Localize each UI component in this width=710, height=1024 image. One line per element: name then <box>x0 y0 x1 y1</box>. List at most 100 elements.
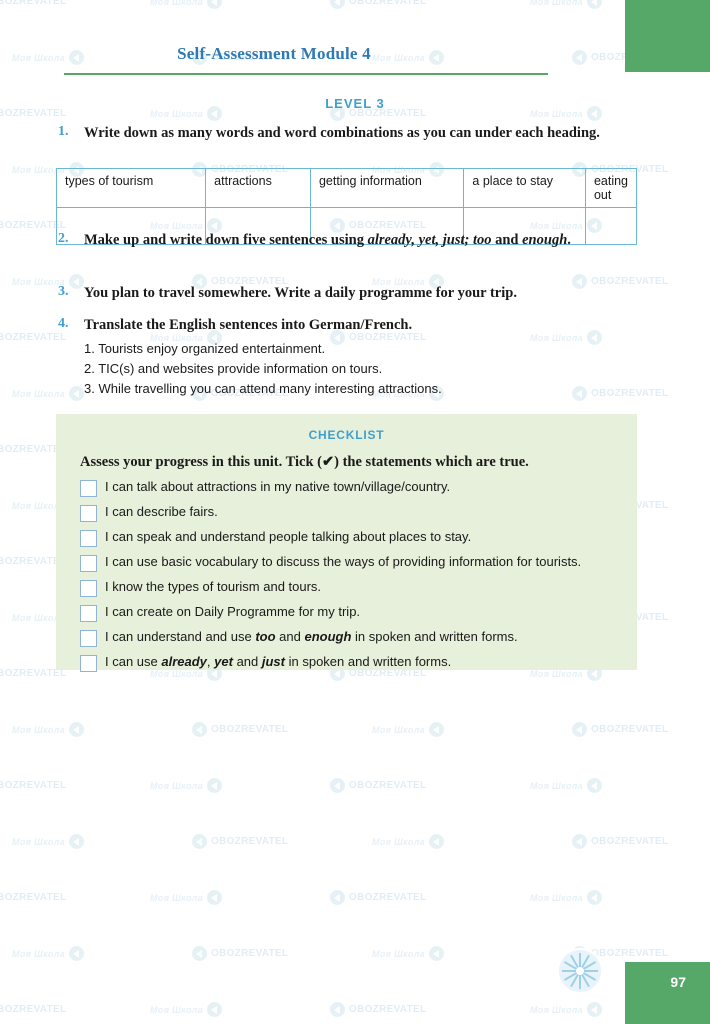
header-corner-block <box>625 0 710 72</box>
table-cell-a-place-to-stay: a place to stay <box>463 168 586 208</box>
watermark-play-icon <box>68 946 84 961</box>
checklist-item-8-label: I can use already, yet and just in spoke… <box>105 654 452 669</box>
checkbox-icon[interactable] <box>80 655 97 672</box>
task-4: 4. Translate the English sentences into … <box>56 316 656 336</box>
checkbox-icon[interactable] <box>80 580 97 597</box>
sentence-item-2: 2. TIC(s) and websites provide informati… <box>84 360 383 376</box>
level-label: LEVEL 3 <box>325 96 385 111</box>
watermark-brand-text: OBOZREVATEL <box>349 1004 427 1015</box>
watermark-school-text: Моя Школа <box>530 892 583 903</box>
watermark-school: Моя Школа <box>530 0 602 9</box>
watermark-play-icon <box>206 778 222 793</box>
watermark-brand-text: OBOZREVATEL <box>0 780 67 791</box>
watermark-brand: OBOZREVATEL <box>0 890 66 905</box>
table-header-row: types of tourism attractions getting inf… <box>55 168 638 208</box>
watermark-brand: OBOZREVATEL <box>572 722 668 737</box>
watermark-brand: OBOZREVATEL <box>0 1002 66 1017</box>
checkbox-icon[interactable] <box>80 630 97 647</box>
checkbox-icon[interactable] <box>80 480 97 497</box>
page-number: 97 <box>670 974 686 990</box>
checklist-item-8[interactable]: I can use already, yet and just in spoke… <box>80 653 620 678</box>
checklist-item-4[interactable]: I can use basic vocabulary to discuss th… <box>80 553 620 578</box>
page-title-wrap: Self-Assessment Module 4 <box>0 44 548 64</box>
checklist-items: I can talk about attractions in my nativ… <box>80 478 620 678</box>
watermark-brand-text: OBOZREVATEL <box>591 388 669 399</box>
watermark-brand: OBOZREVATEL <box>192 722 288 737</box>
watermark-brand: OBOZREVATEL <box>0 0 66 9</box>
watermark-brand-text: OBOZREVATEL <box>349 780 427 791</box>
watermark-school-text: Моя Школа <box>530 0 583 7</box>
watermark-brand-text: OBOZREVATEL <box>211 836 289 847</box>
checklist-item-2[interactable]: I can describe fairs. <box>80 503 620 528</box>
watermark-school-text: Моя Школа <box>150 0 203 7</box>
title-underline <box>64 73 548 75</box>
watermark-school: Моя Школа <box>12 722 84 737</box>
watermark-brand-text: OBOZREVATEL <box>211 724 289 735</box>
watermark-brand-text: OBOZREVATEL <box>0 0 67 7</box>
table-cell-attractions: attractions <box>205 168 311 208</box>
table-cell-eating-out: eating out <box>584 168 638 208</box>
watermark-school-text: Моя Школа <box>12 388 65 399</box>
watermark-school: Моя Школа <box>372 834 444 849</box>
watermark-school: Моя Школа <box>530 1002 602 1017</box>
watermark-brand-text: OBOZREVATEL <box>591 724 669 735</box>
watermark-play-icon <box>428 946 444 961</box>
watermark-play-icon <box>192 722 207 737</box>
watermark-play-icon <box>206 0 222 9</box>
watermark-school-text: Моя Школа <box>372 948 425 959</box>
checklist-item-7-label: I can understand and use too and enough … <box>105 629 518 644</box>
checklist-item-5-label: I know the types of tourism and tours. <box>105 579 322 594</box>
table-cell-types-of-tourism: types of tourism <box>55 168 207 208</box>
watermark-school-text: Моя Школа <box>12 836 65 847</box>
watermark-play-icon <box>586 890 602 905</box>
watermark-brand: OBOZREVATEL <box>330 1002 426 1017</box>
checklist-item-3-label: I can speak and understand people talkin… <box>105 529 472 544</box>
checklist-item-4-label: I can use basic vocabulary to discuss th… <box>105 554 582 569</box>
task-1-text: Write down as many words and word combin… <box>84 125 600 141</box>
watermark-play-icon <box>68 722 84 737</box>
watermark-school-text: Моя Школа <box>12 948 65 959</box>
watermark-brand: OBOZREVATEL <box>572 386 668 401</box>
checklist-item-1-label: I can talk about attractions in my nativ… <box>105 479 451 494</box>
watermark-play-icon <box>206 1002 222 1017</box>
task-1-number: 1. <box>58 124 69 139</box>
checklist-panel: CHECKLIST Assess your progress in this u… <box>56 414 637 672</box>
watermark-school: Моя Школа <box>530 890 602 905</box>
watermark-school: Моя Школа <box>150 1002 222 1017</box>
watermark-brand-text: OBOZREVATEL <box>591 948 669 959</box>
watermark-play-icon <box>192 946 207 961</box>
watermark-play-icon <box>586 0 602 9</box>
checkbox-icon[interactable] <box>80 505 97 522</box>
checklist-item-7[interactable]: I can understand and use too and enough … <box>80 628 620 653</box>
translation-sentence-list: 1. Tourists enjoy organized entertainmen… <box>84 339 442 399</box>
task-2-text: Make up and write down five sentences us… <box>84 232 571 248</box>
watermark-brand: OBOZREVATEL <box>0 778 66 793</box>
watermark-play-icon <box>330 890 345 905</box>
watermark-school-text: Моя Школа <box>150 1004 203 1015</box>
watermark-brand: OBOZREVATEL <box>192 946 288 961</box>
watermark-play-icon <box>192 834 207 849</box>
watermark-brand-text: OBOZREVATEL <box>591 836 669 847</box>
checklist-item-1[interactable]: I can talk about attractions in my nativ… <box>80 478 620 503</box>
task-1: 1. Write down as many words and word com… <box>56 124 646 144</box>
watermark-school: Моя Школа <box>372 722 444 737</box>
watermark-brand-text: OBOZREVATEL <box>349 892 427 903</box>
checkbox-icon[interactable] <box>80 605 97 622</box>
checklist-lead: Assess your progress in this unit. Tick … <box>80 454 529 470</box>
watermark-play-icon <box>586 1002 602 1017</box>
watermark-play-icon <box>428 722 444 737</box>
checklist-item-6[interactable]: I can create on Daily Programme for my t… <box>80 603 620 628</box>
watermark-play-icon <box>330 0 345 9</box>
watermark-brand: OBOZREVATEL <box>192 834 288 849</box>
checklist-item-3[interactable]: I can speak and understand people talkin… <box>80 528 620 553</box>
checklist-item-5[interactable]: I know the types of tourism and tours. <box>80 578 620 603</box>
checkbox-icon[interactable] <box>80 530 97 547</box>
watermark-school: Моя Школа <box>12 834 84 849</box>
watermark-play-icon <box>572 722 587 737</box>
watermark-school-text: Моя Школа <box>372 724 425 735</box>
watermark-school: Моя Школа <box>372 946 444 961</box>
compass-logo-icon <box>557 948 603 994</box>
task-3: 3. You plan to travel somewhere. Write a… <box>56 284 656 304</box>
watermark-school-text: Моя Школа <box>150 780 203 791</box>
checkbox-icon[interactable] <box>80 555 97 572</box>
